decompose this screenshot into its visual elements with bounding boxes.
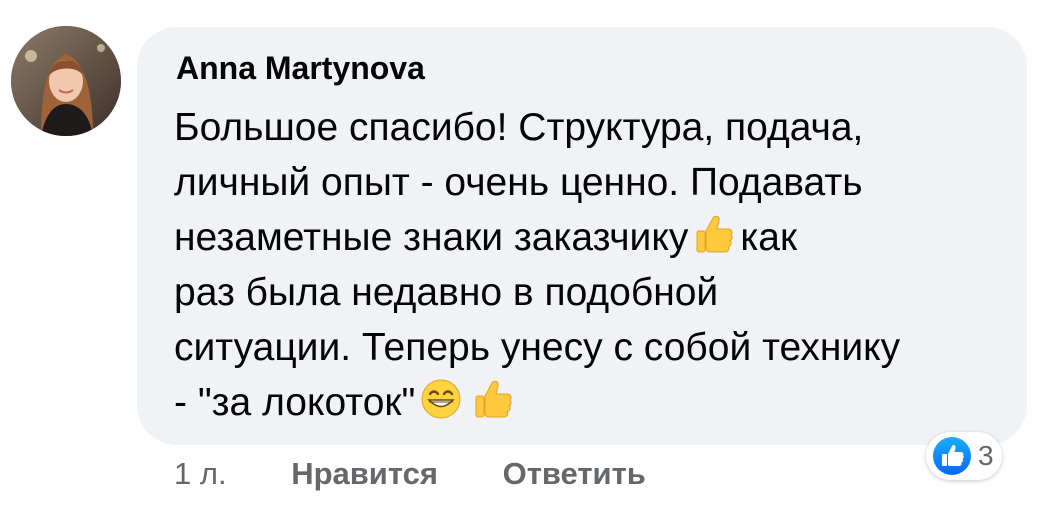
comment-line: раз была недавно в подобной: [174, 271, 719, 314]
comment-line-text: как: [740, 216, 798, 259]
like-button[interactable]: Нравится: [291, 456, 438, 491]
thumbs-up-icon: [692, 212, 736, 256]
comment-author[interactable]: Anna Martynova: [176, 48, 425, 88]
comment-line: Большое спасибо! Структура, подача,: [174, 106, 864, 149]
comment-line: личный опыт - очень ценно. Подавать: [174, 161, 863, 204]
grinning-face-icon: [419, 377, 463, 421]
comment-line-text: - "за локоток": [174, 381, 416, 424]
reply-button[interactable]: Ответить: [503, 456, 646, 491]
comment-text: Большое спасибо! Структура, подача, личн…: [174, 100, 1004, 430]
thumbs-up-icon: [471, 377, 515, 421]
comment-actions: 1 л. Нравится Ответить: [174, 452, 646, 496]
comment-line-text: незаметные знаки заказчику: [174, 216, 689, 259]
comment-line: - "за локоток": [174, 375, 1004, 430]
comment-line: ситуации. Теперь унесу с собой технику: [174, 326, 901, 369]
like-reaction-icon: [932, 436, 972, 476]
avatar[interactable]: [11, 26, 121, 136]
comment-line: незаметные знаки заказчику как: [174, 210, 1004, 265]
reaction-count: 3: [978, 440, 994, 471]
comment-timestamp[interactable]: 1 л.: [174, 456, 227, 491]
reactions-badge[interactable]: 3: [926, 432, 1002, 480]
